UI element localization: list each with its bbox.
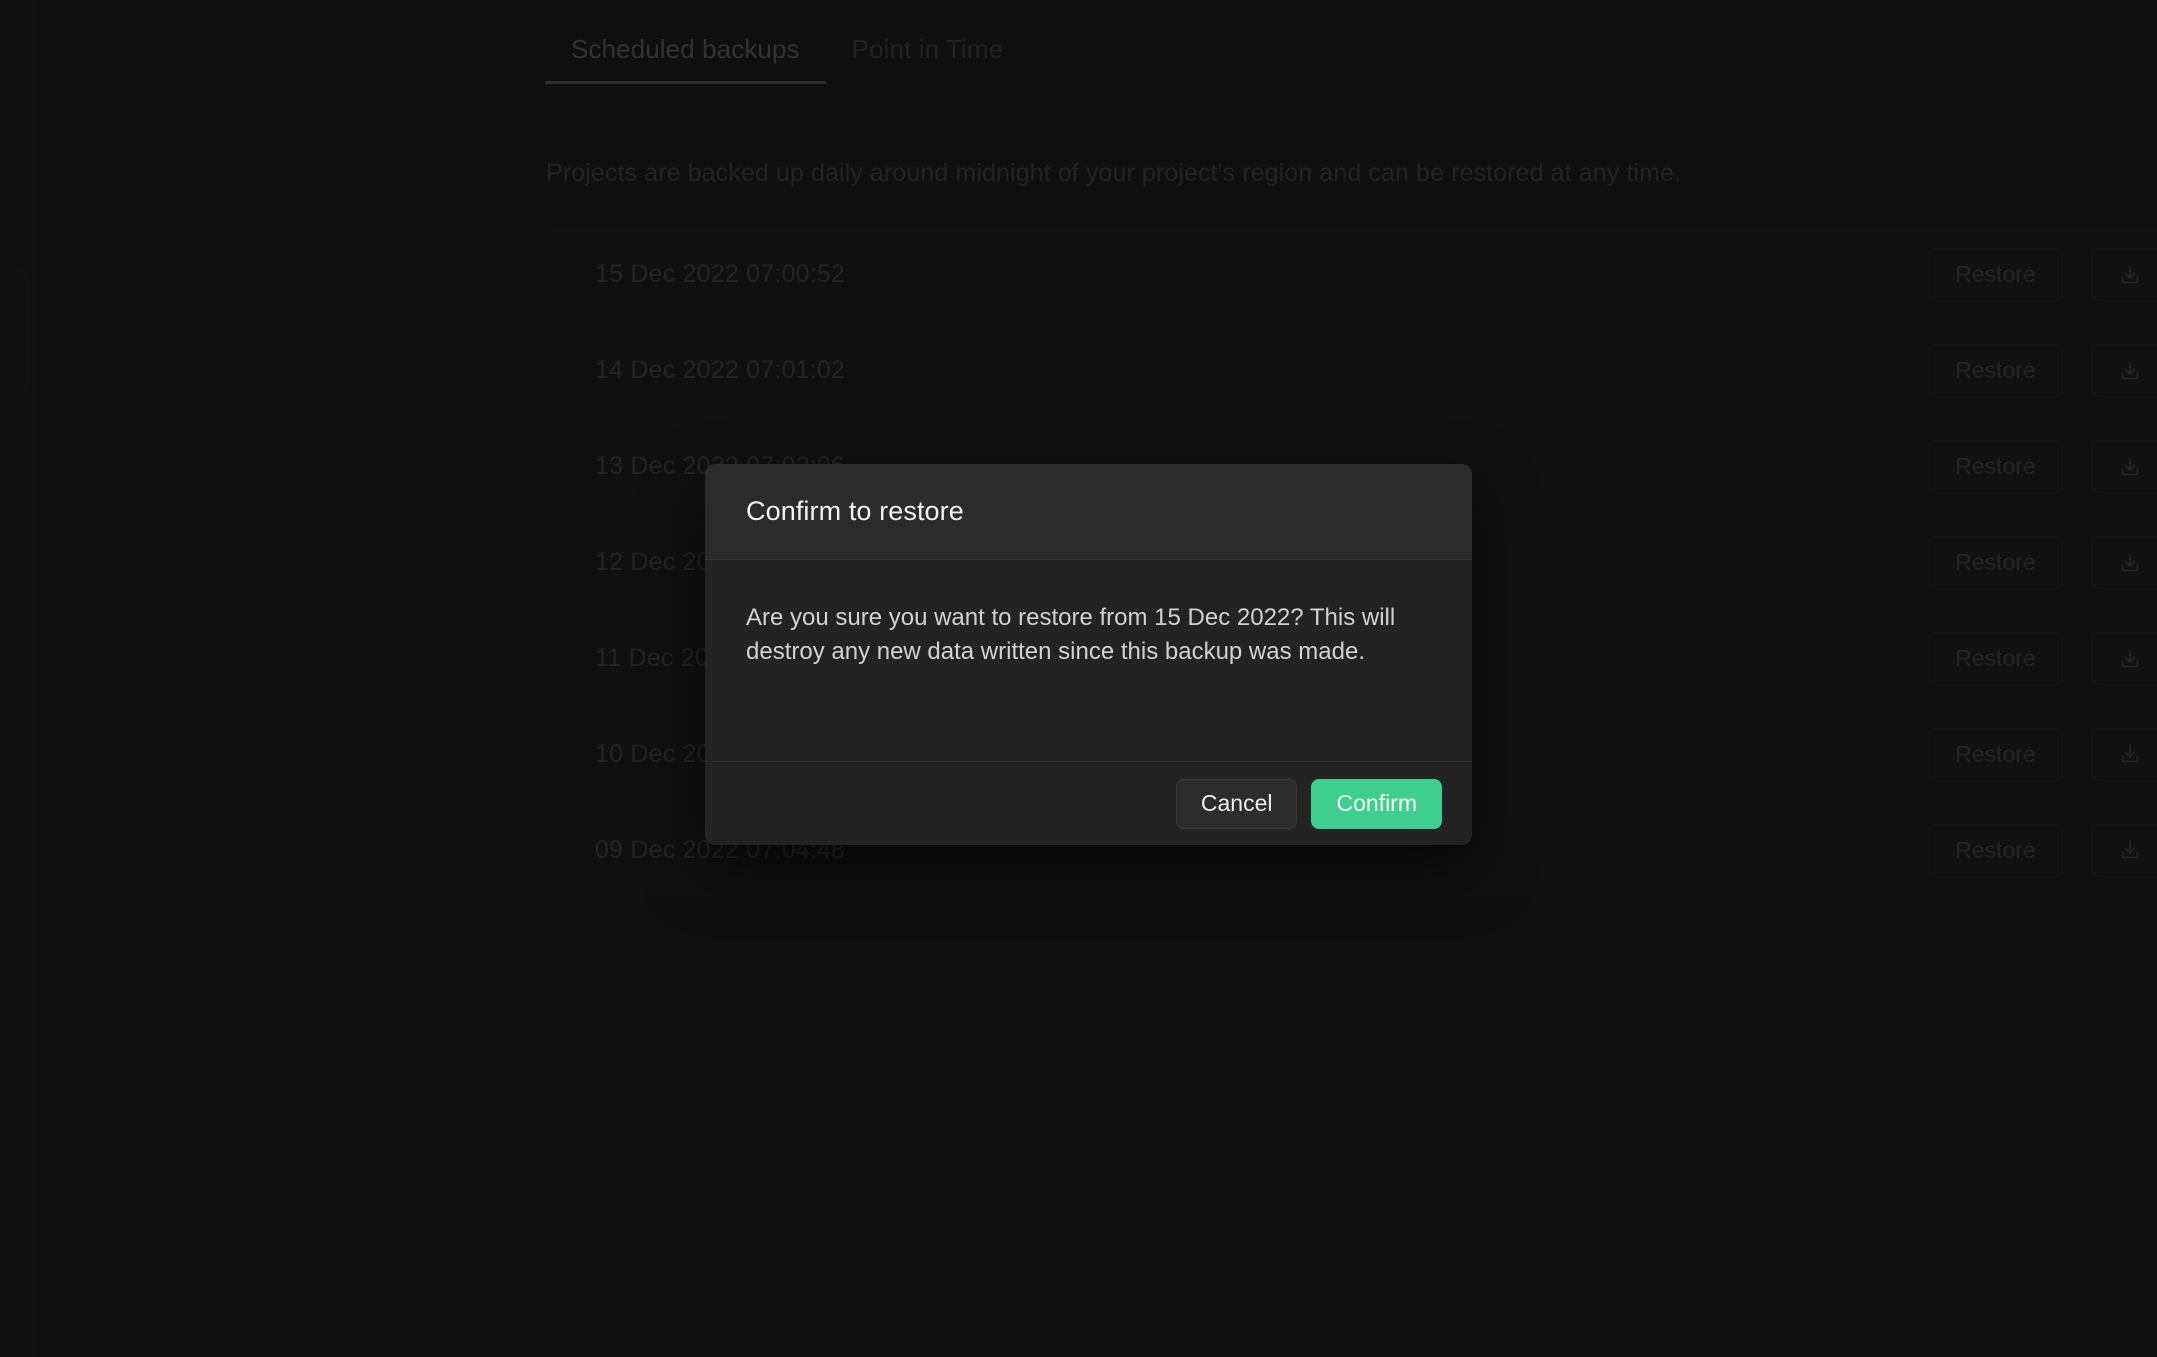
confirm-button[interactable]: Confirm — [1311, 778, 1442, 829]
confirm-restore-dialog: Confirm to restore Are you sure you want… — [705, 464, 1472, 845]
cancel-button[interactable]: Cancel — [1175, 778, 1298, 829]
dialog-title: Confirm to restore — [746, 496, 964, 526]
dialog-header: Confirm to restore — [705, 464, 1472, 560]
dialog-message: Are you sure you want to restore from 15… — [746, 604, 1396, 666]
dialog-body: Are you sure you want to restore from 15… — [705, 560, 1472, 761]
dialog-footer: Cancel Confirm — [705, 761, 1472, 845]
